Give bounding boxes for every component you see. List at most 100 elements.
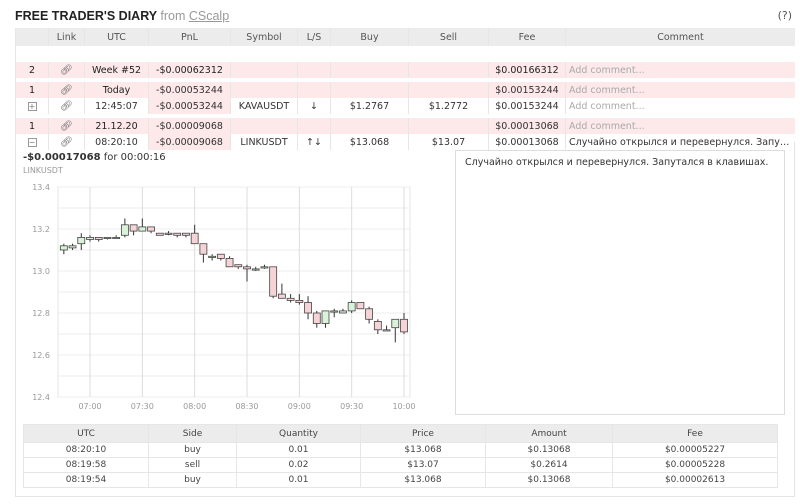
day-row[interactable]: 1 🔗︎ Today -$0.00053244 $0.00153244 Add comme… bbox=[15, 82, 795, 98]
chart-symbol: LINKUSDT bbox=[23, 166, 63, 175]
buy-cell bbox=[330, 118, 409, 134]
help-button[interactable]: (?) bbox=[778, 9, 792, 22]
pnl-cell: -$0.00053244 bbox=[148, 82, 231, 98]
comment-cell[interactable]: Add comment... bbox=[565, 62, 795, 78]
trade-count: 1 bbox=[15, 118, 49, 134]
column-header: Comment bbox=[565, 28, 795, 46]
link-icon[interactable]: 🔗︎ bbox=[60, 65, 73, 76]
side-cell: ↓ bbox=[297, 98, 331, 114]
detail-duration: 00:00:16 bbox=[120, 152, 166, 163]
fills-header: Amount bbox=[485, 424, 613, 443]
comment-cell[interactable]: Add comment... bbox=[565, 118, 795, 134]
link-icon[interactable]: 🔗︎ bbox=[60, 101, 73, 112]
fill-cell: buy bbox=[148, 442, 237, 458]
page-title: FREE TRADER'S DIARY from CScalp bbox=[15, 9, 229, 23]
x-tick-label: 10:00 bbox=[392, 402, 415, 411]
link-cell[interactable]: 🔗︎ bbox=[48, 98, 85, 114]
column-header bbox=[15, 28, 49, 46]
candle-body bbox=[103, 237, 112, 240]
candle-body bbox=[216, 253, 225, 259]
utc-cell: 21.12.20 bbox=[84, 118, 149, 134]
link-icon[interactable]: 🔗︎ bbox=[60, 85, 73, 96]
fee-cell-text: $0.00166312 bbox=[495, 64, 559, 76]
buy-cell: $1.2767 bbox=[330, 98, 409, 114]
comment-textarea[interactable]: Случайно открылся и перевернулся. Запута… bbox=[455, 150, 785, 415]
buy-cell bbox=[330, 62, 409, 78]
candle-body bbox=[400, 318, 408, 333]
fill-row: 08:19:58 sell 0.02 $13.07 $0.2614 $0.00005228 bbox=[23, 457, 778, 473]
y-tick-label: 12.6 bbox=[32, 351, 50, 360]
trade-count-text: 1 bbox=[28, 84, 36, 96]
comment-cell-text: Add comment... bbox=[569, 120, 645, 132]
pnl-cell-text: -$0.00062312 bbox=[156, 64, 223, 76]
trade-row[interactable]: + 🔗︎ 12:45:07 -$0.00053244 KAVAUSDT ↓ $1.2767 $… bbox=[15, 98, 795, 114]
y-tick-label: 12.8 bbox=[32, 309, 50, 318]
comment-cell-text: Add comment... bbox=[569, 64, 645, 76]
x-tick-label: 07:00 bbox=[78, 402, 101, 411]
day-row[interactable]: 1 🔗︎ 21.12.20 -$0.00009068 $0.00013068 Add co… bbox=[15, 118, 795, 134]
link-icon[interactable]: 🔗︎ bbox=[60, 121, 73, 132]
symbol-cell-text: KAVAUSDT bbox=[238, 100, 290, 112]
column-header: Sell bbox=[408, 28, 489, 46]
pnl-cell-text: -$0.00009068 bbox=[156, 120, 223, 132]
candle-body bbox=[112, 237, 121, 240]
trade-count-text: 1 bbox=[28, 120, 36, 132]
trade-count-text: 2 bbox=[28, 64, 36, 76]
candle-body bbox=[59, 245, 68, 251]
utc-cell-text: Today bbox=[102, 84, 131, 96]
candlestick-chart: 12.4 12.6 12.8 13.0 13.2 13.4 07:00 07:30 08:00 0… bbox=[32, 183, 415, 411]
column-header: PnL bbox=[148, 28, 231, 46]
candle-body bbox=[365, 308, 374, 320]
link-cell[interactable]: 🔗︎ bbox=[48, 82, 85, 98]
candle-body bbox=[190, 232, 199, 245]
utc-cell-text: Week #52 bbox=[91, 64, 142, 76]
pnl-cell: -$0.00062312 bbox=[148, 62, 231, 78]
x-tick-label: 09:30 bbox=[340, 402, 363, 411]
fill-cell: 08:19:54 bbox=[23, 472, 149, 488]
fills-header: Side bbox=[148, 424, 237, 443]
comment-cell[interactable]: Add comment... bbox=[565, 82, 795, 98]
candle-body bbox=[94, 237, 103, 240]
fill-cell: $0.00005228 bbox=[612, 457, 778, 473]
fill-row: 08:19:54 buy 0.01 $13.068 $0.13068 $0.0000261… bbox=[23, 472, 778, 488]
expand-toggle[interactable]: + bbox=[15, 98, 49, 114]
pnl-cell: -$0.00009068 bbox=[148, 118, 231, 134]
fills-header: Fee bbox=[612, 424, 778, 443]
sell-cell: $1.2772 bbox=[408, 98, 489, 114]
candle-body bbox=[147, 226, 155, 232]
pnl-cell: -$0.00053244 bbox=[148, 98, 231, 114]
detail-pnl: -$0.00017068 for 00:00:16 bbox=[23, 152, 166, 163]
candle-body bbox=[68, 245, 77, 249]
buy-cell-text: $1.2767 bbox=[349, 100, 390, 112]
fill-cell: $13.07 bbox=[360, 457, 486, 473]
side-cell-text: ↓ bbox=[310, 100, 318, 112]
sell-cell-text: $1.2772 bbox=[428, 100, 469, 112]
brand-link[interactable]: CScalp bbox=[189, 9, 229, 23]
sell-cell bbox=[408, 118, 489, 134]
expand-icon[interactable]: + bbox=[27, 101, 37, 111]
column-header: Link bbox=[48, 28, 85, 46]
trade-count: 1 bbox=[15, 82, 49, 98]
fill-row: 08:20:10 buy 0.01 $13.068 $0.13068 $0.0000522… bbox=[23, 442, 778, 458]
link-cell[interactable]: 🔗︎ bbox=[48, 62, 85, 78]
fee-cell: $0.00166312 bbox=[488, 62, 566, 78]
x-tick-label: 07:30 bbox=[131, 402, 154, 411]
comment-cell-text: Add comment... bbox=[569, 84, 645, 96]
side-cell bbox=[297, 82, 331, 98]
y-tick-label: 12.4 bbox=[32, 393, 50, 402]
link-cell[interactable]: 🔗︎ bbox=[48, 118, 85, 134]
candle-body bbox=[138, 226, 147, 232]
candle-body bbox=[199, 243, 208, 255]
utc-cell: 12:45:07 bbox=[84, 98, 149, 114]
candle-body bbox=[295, 300, 304, 303]
comment-cell[interactable]: Add comment... bbox=[565, 98, 795, 114]
fee-cell: $0.00153244 bbox=[488, 98, 566, 114]
symbol-cell bbox=[230, 62, 298, 78]
candle-body bbox=[277, 293, 286, 299]
week-row[interactable]: 2 🔗︎ Week #52 -$0.00062312 $0.00166312 Add co… bbox=[15, 62, 795, 78]
candle-body bbox=[129, 224, 138, 232]
candle-body bbox=[77, 237, 86, 245]
candle-body bbox=[182, 232, 190, 236]
symbol-cell bbox=[230, 118, 298, 134]
buy-cell bbox=[330, 82, 409, 98]
